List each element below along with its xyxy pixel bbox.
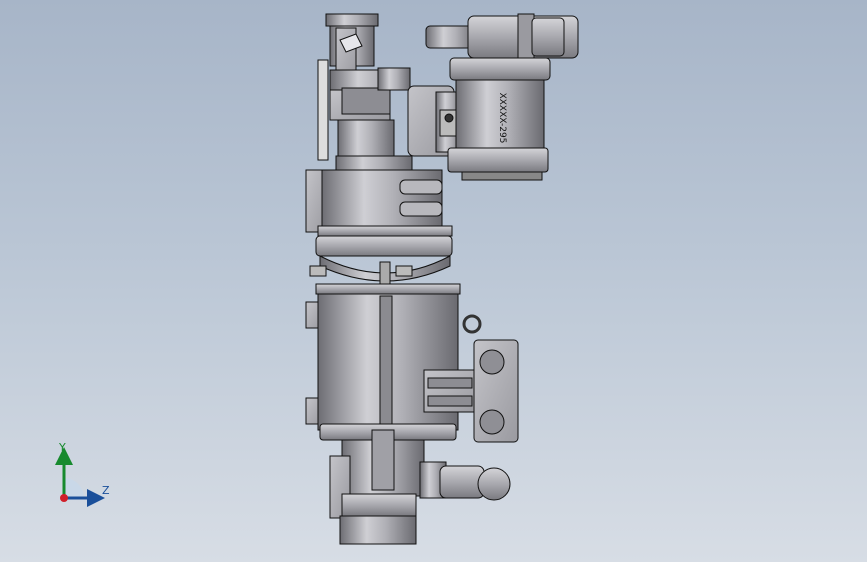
triad-axes: [55, 447, 105, 507]
z-axis-label: Z: [102, 484, 110, 497]
middle-body: [305, 155, 453, 285]
vessel-part-label: XXXXX-295: [497, 93, 507, 144]
main-cylinder: [305, 283, 482, 441]
graphics-viewport[interactable]: XXXXX-295 Y Z: [0, 0, 867, 562]
x-axis-dot: [60, 494, 68, 502]
top-bonnet: [317, 13, 411, 161]
y-axis-label: Y: [59, 441, 66, 454]
bottom-outlet: [329, 429, 511, 545]
valve-assembly-model[interactable]: XXXXX-295: [0, 0, 867, 562]
view-orientation-triad: Y Z: [44, 440, 124, 520]
